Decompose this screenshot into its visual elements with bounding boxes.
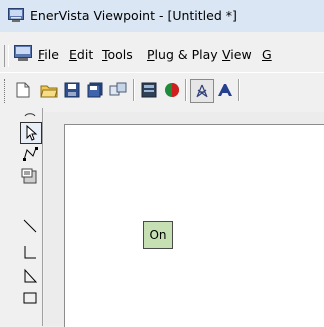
app-icon xyxy=(8,8,24,22)
save-all-icon[interactable] xyxy=(84,79,106,101)
document-menu-icon[interactable] xyxy=(14,45,32,61)
new-document-icon[interactable] xyxy=(12,79,34,101)
network-icon[interactable] xyxy=(190,79,214,103)
menu-edit[interactable]: Edit xyxy=(69,47,93,62)
properties-icon[interactable] xyxy=(20,166,40,186)
title-bar: EnerVista Viewpoint - [Untitled *] xyxy=(0,0,324,32)
text-icon[interactable] xyxy=(213,79,235,101)
triangle-icon[interactable] xyxy=(20,266,40,286)
window-title: EnerVista Viewpoint - [Untitled *] xyxy=(30,8,237,23)
menu-tools[interactable]: Tools xyxy=(102,47,133,62)
toolbar-separator xyxy=(185,79,187,101)
menu-view[interactable]: View xyxy=(222,47,252,62)
menu-next-item-cut[interactable]: G xyxy=(262,47,272,62)
screen-icon[interactable] xyxy=(138,79,160,101)
drawing-canvas[interactable] xyxy=(64,124,324,327)
on-indicator-label: On xyxy=(149,228,167,242)
connect-icon[interactable] xyxy=(107,79,129,101)
rectangle-icon[interactable] xyxy=(20,288,40,308)
hand-icon[interactable] xyxy=(20,102,40,122)
orthogonal-line-icon[interactable] xyxy=(20,242,40,262)
menu-bar: File Edit Tools Plug & Play View G xyxy=(0,32,324,72)
on-indicator-widget[interactable]: On xyxy=(143,221,173,249)
open-folder-icon[interactable] xyxy=(38,79,60,101)
menu-file[interactable]: File xyxy=(38,47,59,62)
pointer-icon[interactable] xyxy=(20,122,42,144)
color-icon[interactable] xyxy=(161,79,183,101)
menubar-grip[interactable] xyxy=(4,45,9,67)
left-edge xyxy=(0,108,18,326)
toolbar-grip[interactable] xyxy=(4,79,7,103)
tool-palette xyxy=(18,108,43,326)
toolbar-separator xyxy=(238,79,240,101)
menu-plug-and-play[interactable]: Plug & Play xyxy=(147,47,218,62)
toolbar-separator xyxy=(133,79,135,101)
save-icon[interactable] xyxy=(61,79,83,101)
toolbar xyxy=(0,72,324,109)
line-icon[interactable] xyxy=(20,216,40,236)
polyline-icon[interactable] xyxy=(20,144,40,164)
